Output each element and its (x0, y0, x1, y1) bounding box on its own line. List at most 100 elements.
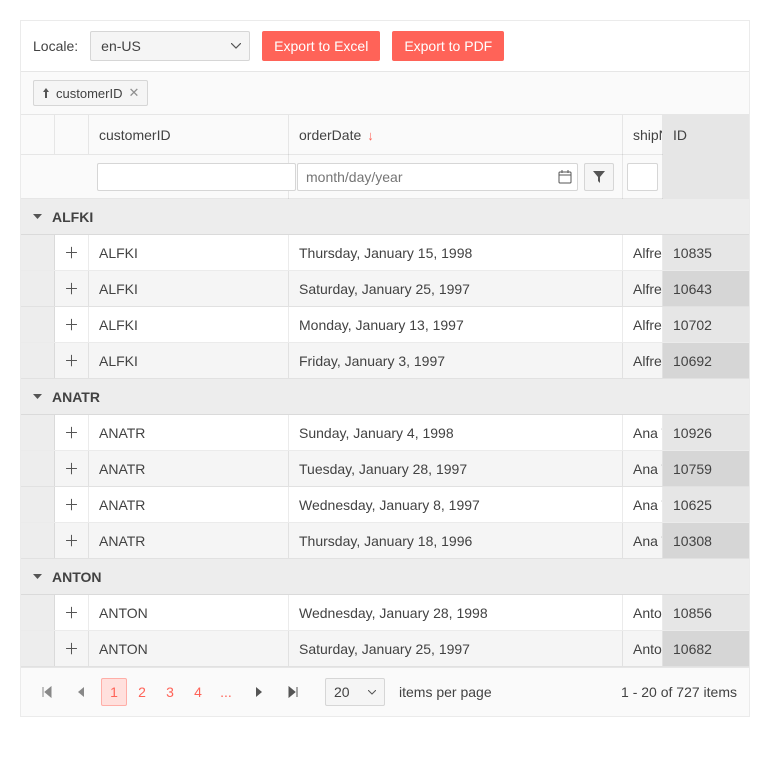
cell-id: 10625 (663, 487, 749, 522)
cell-shipname: Antonio Moreno (623, 631, 663, 666)
cell-shipname: Ana Trujillo (623, 523, 663, 558)
toolbar: Locale: en-US Export to Excel Export to … (21, 21, 749, 71)
page-size-select[interactable]: 20 (325, 678, 385, 706)
expand-row-button[interactable]: ＋ (55, 523, 88, 558)
locale-select[interactable]: en-US (90, 31, 250, 61)
cell-orderdate: Sunday, January 4, 1998 (289, 415, 623, 450)
cell-shipname: Antonio Moreno (623, 595, 663, 630)
cell-customerid: ALFKI (89, 235, 289, 270)
pager-next-button[interactable] (245, 678, 273, 706)
table-row: ＋ALFKIMonday, January 13, 1997Alfreds Fu… (21, 307, 749, 343)
pager-last-button[interactable] (279, 678, 307, 706)
cell-id: 10856 (663, 595, 749, 630)
filter-cell-shipname (623, 155, 663, 199)
cell-id: 10835 (663, 235, 749, 270)
pager-prev-button[interactable] (67, 678, 95, 706)
cell-id: 10692 (663, 343, 749, 378)
filter-button-orderdate[interactable] (584, 163, 614, 191)
sort-desc-icon: ↓ (367, 128, 374, 143)
expand-row-button[interactable]: ＋ (55, 343, 88, 378)
cell-orderdate: Saturday, January 25, 1997 (289, 271, 623, 306)
cell-id: 10702 (663, 307, 749, 342)
group-header-row[interactable]: ANATR (21, 379, 749, 415)
expand-row-button[interactable]: ＋ (55, 307, 88, 342)
pager-ellipsis[interactable]: ... (213, 678, 239, 706)
pager: 1234... 20 items per page 1 - 20 of 727 … (21, 667, 749, 716)
detail-expand-cell: ＋ (55, 415, 89, 450)
cell-customerid: ANTON (89, 631, 289, 666)
filter-input-orderdate[interactable] (297, 163, 578, 191)
pager-numbers: 1234... (101, 678, 239, 706)
group-header-row[interactable]: ANTON (21, 559, 749, 595)
grid-body: ALFKI＋ALFKIThursday, January 15, 1998Alf… (21, 199, 749, 667)
group-header-row[interactable]: ALFKI (21, 199, 749, 235)
detail-expand-cell: ＋ (55, 271, 89, 306)
pager-page-4[interactable]: 4 (185, 678, 211, 706)
pager-page-2[interactable]: 2 (129, 678, 155, 706)
pager-first-button[interactable] (33, 678, 61, 706)
cell-id: 10926 (663, 415, 749, 450)
cell-orderdate: Wednesday, January 8, 1997 (289, 487, 623, 522)
detail-expand-cell: ＋ (55, 451, 89, 486)
cell-orderdate: Friday, January 3, 1997 (289, 343, 623, 378)
group-indent-cell (21, 451, 55, 486)
group-indent-cell (21, 307, 55, 342)
caret-down-icon (368, 690, 376, 695)
group-indent-cell (21, 271, 55, 306)
close-icon[interactable]: ✕ (128, 85, 139, 101)
collapse-icon (33, 394, 42, 400)
column-header-label: customerID (99, 127, 171, 143)
cell-orderdate: Tuesday, January 28, 1997 (289, 451, 623, 486)
locale-select-value: en-US (101, 38, 141, 54)
expand-row-button[interactable]: ＋ (55, 631, 88, 666)
table-row: ＋ANATRThursday, January 18, 1996Ana Truj… (21, 523, 749, 559)
cell-orderdate: Wednesday, January 28, 1998 (289, 595, 623, 630)
detail-expand-cell: ＋ (55, 343, 89, 378)
page-size-value: 20 (334, 684, 350, 700)
column-header-shipname[interactable]: shipName (623, 115, 663, 155)
cell-orderdate: Monday, January 13, 1997 (289, 307, 623, 342)
cell-id: 10308 (663, 523, 749, 558)
cell-shipname: Ana Trujillo (623, 451, 663, 486)
expand-row-button[interactable]: ＋ (55, 271, 88, 306)
column-header-label: ID (673, 127, 687, 143)
collapse-icon (33, 214, 42, 220)
cell-shipname: Alfreds Futterkiste (623, 271, 663, 306)
group-label: ANTON (52, 569, 102, 585)
filter-input-shipname[interactable] (627, 163, 658, 191)
column-header-label: orderDate (299, 127, 361, 143)
calendar-icon[interactable] (558, 170, 572, 184)
group-indent-cell (21, 415, 55, 450)
filter-input-customerid[interactable] (97, 163, 296, 191)
table-row: ＋ALFKISaturday, January 25, 1997Alfreds … (21, 271, 749, 307)
cell-orderdate: Thursday, January 18, 1996 (289, 523, 623, 558)
group-indent-cell (21, 631, 55, 666)
detail-expand-cell: ＋ (55, 235, 89, 270)
filter-cell-id (663, 155, 749, 199)
expand-row-button[interactable]: ＋ (55, 235, 88, 270)
group-indent-cell (21, 523, 55, 558)
group-indent-cell (21, 487, 55, 522)
column-header-label: shipName (633, 127, 663, 143)
export-excel-button[interactable]: Export to Excel (262, 31, 380, 61)
expand-row-button[interactable]: ＋ (55, 451, 88, 486)
filter-cell-customerid (89, 155, 289, 199)
funnel-icon (593, 171, 605, 183)
export-pdf-button[interactable]: Export to PDF (392, 31, 504, 61)
detail-expand-cell: ＋ (55, 631, 89, 666)
column-header-id[interactable]: ID (663, 115, 749, 155)
cell-id: 10759 (663, 451, 749, 486)
table-row: ＋ANATRTuesday, January 28, 1997Ana Truji… (21, 451, 749, 487)
pager-page-3[interactable]: 3 (157, 678, 183, 706)
group-chip-customerid[interactable]: customerID ✕ (33, 80, 148, 106)
expand-row-button[interactable]: ＋ (55, 487, 88, 522)
column-header-customerid[interactable]: customerID (89, 115, 289, 155)
filter-row (21, 155, 749, 199)
pager-page-1[interactable]: 1 (101, 678, 127, 706)
cell-shipname: Ana Trujillo (623, 487, 663, 522)
items-per-page-label: items per page (399, 684, 492, 700)
cell-shipname: Alfreds Futterkiste (623, 235, 663, 270)
expand-row-button[interactable]: ＋ (55, 415, 88, 450)
expand-row-button[interactable]: ＋ (55, 595, 88, 630)
column-header-orderdate[interactable]: orderDate ↓ (289, 115, 623, 155)
